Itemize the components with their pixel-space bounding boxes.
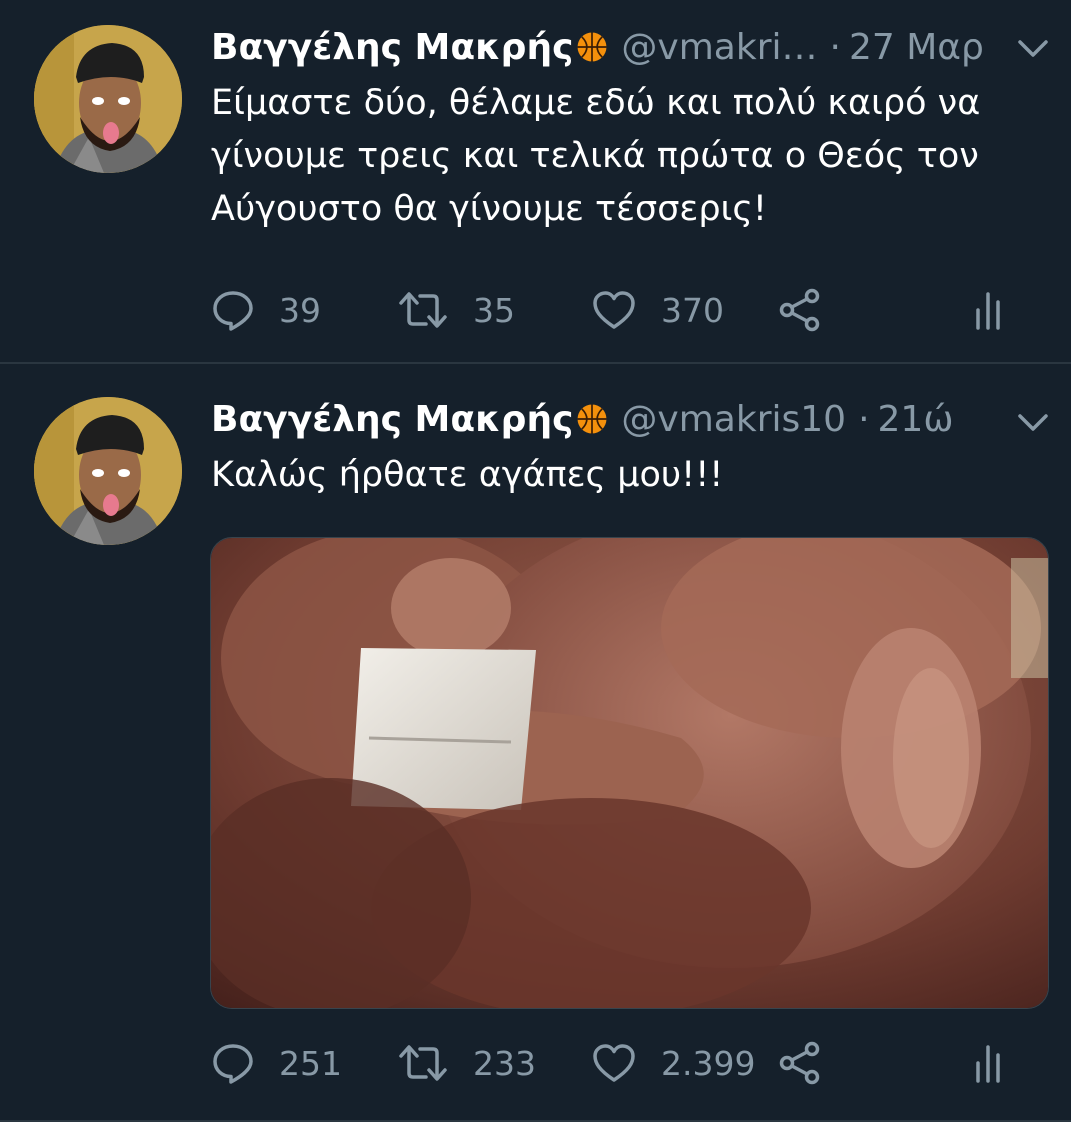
author-handle[interactable]: @vmakris10 <box>621 399 846 440</box>
tweet-actions: 251 233 2.399 <box>211 1036 1031 1090</box>
tweet[interactable]: Βαγγέλης Μακρής @vmakris10 · 21ώ Καλώς ήρθα… <box>0 364 1071 1122</box>
author-handle[interactable]: @vmakri… <box>621 27 817 68</box>
analytics-icon <box>971 288 1005 332</box>
author-name[interactable]: Βαγγέλης Μακρής <box>211 27 573 68</box>
reply-button[interactable]: 39 <box>211 283 321 337</box>
tweet-header: Βαγγέλης Μακρής @vmakri… · 27 Μαρ <box>211 22 984 74</box>
chevron-down-icon[interactable] <box>1016 410 1050 434</box>
analytics-button[interactable] <box>971 283 1005 337</box>
retweet-count: 35 <box>473 290 515 330</box>
avatar[interactable] <box>34 25 182 173</box>
retweet-count: 233 <box>473 1043 536 1083</box>
reply-count: 251 <box>279 1043 342 1083</box>
separator: · <box>829 27 841 68</box>
newborn-babies-photo <box>211 538 1048 1008</box>
tweet-header: Βαγγέλης Μακρής @vmakris10 · 21ώ <box>211 394 954 446</box>
reply-button[interactable]: 251 <box>211 1036 342 1090</box>
timestamp[interactable]: 27 Μαρ <box>849 27 984 68</box>
tweet-text: Καλώς ήρθατε αγάπες μου!!! <box>211 455 724 495</box>
tweet[interactable]: Βαγγέλης Μακρής @vmakri… · 27 Μαρ Είμαστε δ… <box>0 0 1071 364</box>
retweet-button[interactable]: 233 <box>397 1036 536 1090</box>
avatar[interactable] <box>34 397 182 545</box>
avatar-image <box>34 25 182 173</box>
tweet-photo[interactable] <box>210 537 1049 1009</box>
heart-icon <box>591 1041 637 1085</box>
analytics-button[interactable] <box>971 1036 1005 1090</box>
tweet-actions: 39 35 370 <box>211 283 1031 337</box>
reply-icon <box>211 288 255 332</box>
analytics-icon <box>971 1041 1005 1085</box>
like-button[interactable]: 370 <box>591 283 724 337</box>
like-count: 370 <box>661 290 724 330</box>
like-count: 2.399 <box>661 1043 756 1083</box>
avatar-image <box>34 397 182 545</box>
timestamp[interactable]: 21ώ <box>878 399 954 440</box>
share-icon <box>777 1041 823 1085</box>
retweet-button[interactable]: 35 <box>397 283 515 337</box>
reply-icon <box>211 1041 255 1085</box>
share-button[interactable] <box>777 283 823 337</box>
chevron-down-icon[interactable] <box>1016 36 1050 60</box>
heart-icon <box>591 288 637 332</box>
tweet-text: Είμαστε δύο, θέλαμε εδώ και πολύ καιρό ν… <box>211 83 981 229</box>
share-icon <box>777 288 823 332</box>
share-button[interactable] <box>777 1036 823 1090</box>
separator: · <box>858 399 870 440</box>
retweet-icon <box>397 1041 449 1085</box>
like-button[interactable]: 2.399 <box>591 1036 755 1090</box>
retweet-icon <box>397 288 449 332</box>
author-name[interactable]: Βαγγέλης Μακρής <box>211 399 573 440</box>
reply-count: 39 <box>279 290 321 330</box>
basketball-icon <box>575 27 609 79</box>
basketball-icon <box>575 399 609 451</box>
